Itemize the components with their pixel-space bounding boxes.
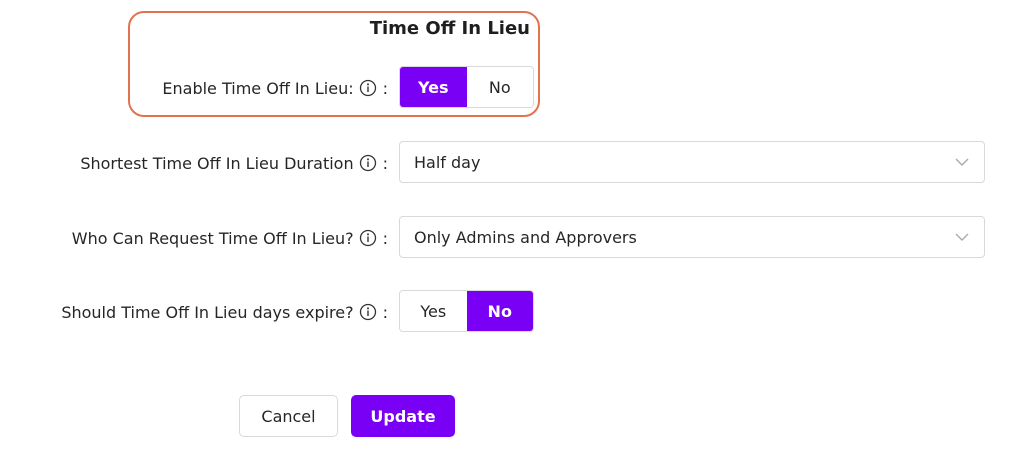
days-expire-yes-option[interactable]: Yes (400, 291, 467, 331)
days-expire-no-option[interactable]: No (466, 291, 533, 331)
chevron-down-icon (954, 229, 970, 245)
enable-toil-label: Enable Time Off In Lieu: (162, 78, 354, 98)
time-off-in-lieu-settings: Time Off In Lieu Enable Time Off In Lieu… (0, 0, 1022, 466)
section-title: Time Off In Lieu (369, 18, 530, 39)
update-button[interactable]: Update (351, 395, 455, 437)
label-colon: : (382, 228, 388, 248)
who-can-request-value: Only Admins and Approvers (414, 227, 637, 247)
who-can-request-label-group: Who Can Request Time Off In Lieu? : (72, 226, 388, 250)
shortest-duration-label: Shortest Time Off In Lieu Duration (80, 153, 354, 173)
enable-toil-toggle: Yes No (399, 66, 534, 108)
label-colon: : (382, 78, 388, 98)
info-icon[interactable] (359, 79, 377, 97)
shortest-duration-label-group: Shortest Time Off In Lieu Duration : (80, 151, 388, 175)
enable-toil-label-group: Enable Time Off In Lieu: : (162, 76, 388, 100)
days-expire-toggle: Yes No (399, 290, 534, 332)
label-colon: : (382, 153, 388, 173)
days-expire-label-group: Should Time Off In Lieu days expire? : (61, 300, 388, 324)
shortest-duration-value: Half day (414, 152, 481, 172)
label-colon: : (382, 302, 388, 322)
days-expire-label: Should Time Off In Lieu days expire? (61, 302, 354, 322)
enable-toil-no-option[interactable]: No (466, 67, 533, 107)
cancel-button[interactable]: Cancel (239, 395, 338, 437)
info-icon[interactable] (359, 303, 377, 321)
info-icon[interactable] (359, 229, 377, 247)
who-can-request-label: Who Can Request Time Off In Lieu? (71, 228, 354, 248)
chevron-down-icon (954, 154, 970, 170)
who-can-request-select[interactable]: Only Admins and Approvers (399, 216, 985, 258)
info-icon[interactable] (359, 154, 377, 172)
enable-toil-yes-option[interactable]: Yes (400, 67, 467, 107)
shortest-duration-select[interactable]: Half day (399, 141, 985, 183)
